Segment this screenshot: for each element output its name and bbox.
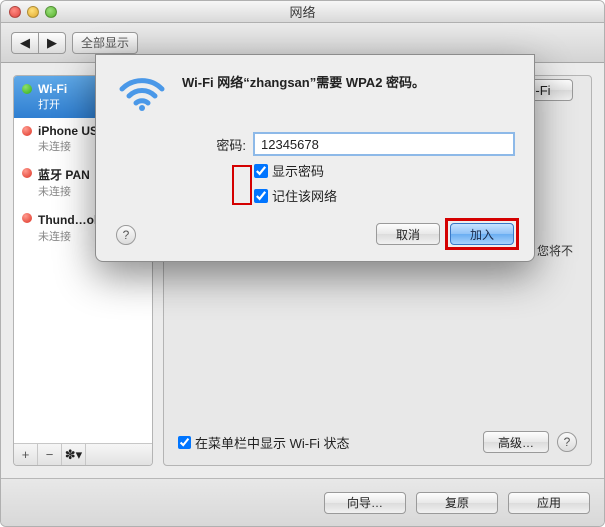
advanced-button[interactable]: 高级… [483,431,549,453]
sidebar-footer: + − ✽▾ [14,443,152,465]
join-button[interactable]: 加入 [450,223,514,245]
show-password-input[interactable] [254,164,268,178]
help-button[interactable]: ? [557,432,577,452]
wifi-icon [116,73,168,113]
status-dot-icon [22,213,32,223]
status-dot-icon [22,84,32,94]
password-row: 密码: [116,133,514,155]
remember-network-label: 记住该网络 [272,186,337,205]
status-row: 在菜单栏中显示 Wi-Fi 状态 高级… ? [178,431,577,453]
status-dot-icon [22,168,32,178]
gear-icon: ✽▾ [65,447,82,463]
window-footer: 向导… 复原 应用 [1,478,604,526]
revert-button[interactable]: 复原 [416,492,498,514]
back-icon: ◀ [20,35,30,51]
dialog-footer: 取消 加入 [116,223,514,245]
preferences-window: 网络 ◀ ▶ 全部显示 Wi-Fi 打开 iPhone U [0,0,605,527]
nav-segment: ◀ ▶ [11,32,66,54]
menubar-status-checkbox[interactable]: 在菜单栏中显示 Wi-Fi 状态 [178,433,350,452]
menubar-status-input[interactable] [178,436,191,449]
forward-button[interactable]: ▶ [38,32,66,54]
sidebar-item-sub: 未连接 [38,183,90,199]
cancel-button[interactable]: 取消 [376,223,440,245]
wifi-password-dialog: Wi-Fi 网络“zhangsan”需要 WPA2 密码。 密码: 显示密码 记… [95,54,535,262]
action-menu-button[interactable]: ✽▾ [62,444,86,465]
password-label: 密码: [116,135,246,154]
menubar-status-label: 在菜单栏中显示 Wi-Fi 状态 [195,433,350,452]
sidebar-item-title: Wi-Fi [38,82,67,96]
show-password-checkbox[interactable]: 显示密码 [254,161,324,180]
sidebar-item-sub: 打开 [38,96,67,112]
titlebar: 网络 [1,1,604,23]
window-title: 网络 [1,2,604,21]
remember-network-input[interactable] [254,189,268,203]
password-input[interactable] [254,133,514,155]
add-service-button[interactable]: + [14,444,38,465]
show-all-button[interactable]: 全部显示 [72,32,138,54]
back-button[interactable]: ◀ [11,32,38,54]
show-password-label: 显示密码 [272,161,324,180]
remember-network-checkbox[interactable]: 记住该网络 [254,186,337,205]
assist-button[interactable]: 向导… [324,492,406,514]
dialog-message: Wi-Fi 网络“zhangsan”需要 WPA2 密码。 [182,73,425,93]
status-dot-icon [22,126,32,136]
remove-service-button[interactable]: − [38,444,62,465]
forward-icon: ▶ [47,35,57,51]
dialog-help-button[interactable]: ? [116,225,136,245]
apply-button[interactable]: 应用 [508,492,590,514]
sidebar-item-title: 蓝牙 PAN [38,166,90,183]
